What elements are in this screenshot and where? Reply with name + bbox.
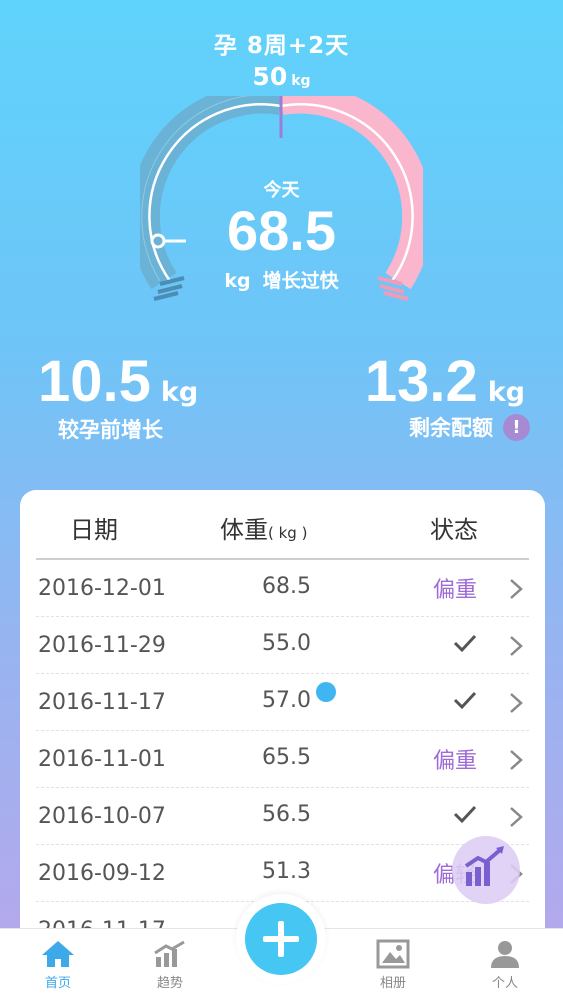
gain-value: 10.5 xyxy=(38,349,151,414)
start-weight-unit: kg xyxy=(291,73,311,89)
remaining-value: 13.2 xyxy=(364,349,478,414)
header-status: 状态 xyxy=(430,516,478,544)
header-weight-label: 体重 xyxy=(220,516,268,544)
tab-home-label: 首页 xyxy=(44,976,71,991)
status-ok-icon xyxy=(453,800,477,824)
remaining-label: 剩余配额 xyxy=(409,416,493,440)
row-weight: 65.5 xyxy=(262,745,311,770)
chevron-right-icon xyxy=(509,749,523,775)
tab-album-label: 相册 xyxy=(379,976,406,991)
status-ok-icon xyxy=(453,686,477,710)
status-ok-icon xyxy=(453,629,477,653)
chevron-right-icon xyxy=(509,806,523,832)
row-weight: 56.5 xyxy=(262,802,311,827)
header-weight-unit: ( kg ) xyxy=(268,524,308,542)
trend-icon xyxy=(154,940,185,967)
tab-profile-label: 个人 xyxy=(491,976,518,991)
row-weight: 55.0 xyxy=(262,631,311,656)
chevron-right-icon xyxy=(509,692,523,718)
remaining-unit: kg xyxy=(487,377,525,408)
trend-icon xyxy=(464,846,504,886)
home-icon xyxy=(42,941,74,967)
row-date: 2016-11-29 xyxy=(38,633,166,658)
trend-chart-button[interactable] xyxy=(452,836,520,904)
row-weight: 51.3 xyxy=(262,859,311,884)
row-date: 2016-10-07 xyxy=(38,804,166,829)
pregnancy-week: 孕 8周+2天 xyxy=(213,33,350,59)
weight-status-line: kg 增长过快 xyxy=(0,266,563,293)
row-status: 偏重 xyxy=(432,578,477,603)
exclamation-icon[interactable]: ! xyxy=(503,413,530,441)
plus-icon xyxy=(263,921,299,957)
add-record-button[interactable] xyxy=(236,894,326,984)
tab-profile[interactable]: 个人 xyxy=(465,939,545,991)
chevron-right-icon xyxy=(509,578,523,604)
table-header: 日期 体重( kg ) 状态 xyxy=(36,490,529,560)
tab-album[interactable]: 相册 xyxy=(353,939,433,991)
chevron-right-icon xyxy=(509,635,523,661)
album-icon xyxy=(376,939,410,969)
remaining-label-group: 剩余配额 ! xyxy=(409,412,530,442)
tab-home[interactable]: 首页 xyxy=(18,939,98,991)
table-row[interactable]: 2016-11-01 65.5 偏重 xyxy=(36,731,529,788)
start-weight: 50 kg xyxy=(0,62,563,91)
tab-trend-label: 趋势 xyxy=(156,976,183,991)
remaining-stat: 13.2 kg xyxy=(365,348,525,415)
header-weight: 体重( kg ) xyxy=(220,510,307,545)
row-weight: 68.5 xyxy=(262,574,311,599)
row-date: 2016-09-12 xyxy=(38,861,166,886)
note-chat-icon[interactable] xyxy=(316,682,336,702)
current-weight: 68.5 xyxy=(227,199,336,262)
table-row[interactable]: 2016-12-01 68.5 偏重 xyxy=(36,560,529,617)
row-status: 偏重 xyxy=(432,749,477,774)
row-date: 2016-11-17 xyxy=(38,690,166,715)
start-weight-value: 50 xyxy=(252,62,288,91)
gain-stat: 10.5 kg xyxy=(38,348,198,415)
table-row[interactable]: 2016-11-17 57.0 xyxy=(36,674,529,731)
header-date: 日期 xyxy=(70,516,118,544)
gain-label: 较孕前增长 xyxy=(58,418,163,442)
weight-unit: kg xyxy=(224,270,251,292)
growth-status: 增长过快 xyxy=(262,270,339,292)
gain-unit: kg xyxy=(160,377,199,408)
row-weight: 57.0 xyxy=(262,688,311,713)
row-date: 2016-12-01 xyxy=(38,576,166,601)
row-date: 2016-11-01 xyxy=(38,747,166,772)
table-row[interactable]: 2016-11-29 55.0 xyxy=(36,617,529,674)
tab-trend[interactable]: 趋势 xyxy=(130,939,210,991)
person-icon xyxy=(491,941,519,968)
